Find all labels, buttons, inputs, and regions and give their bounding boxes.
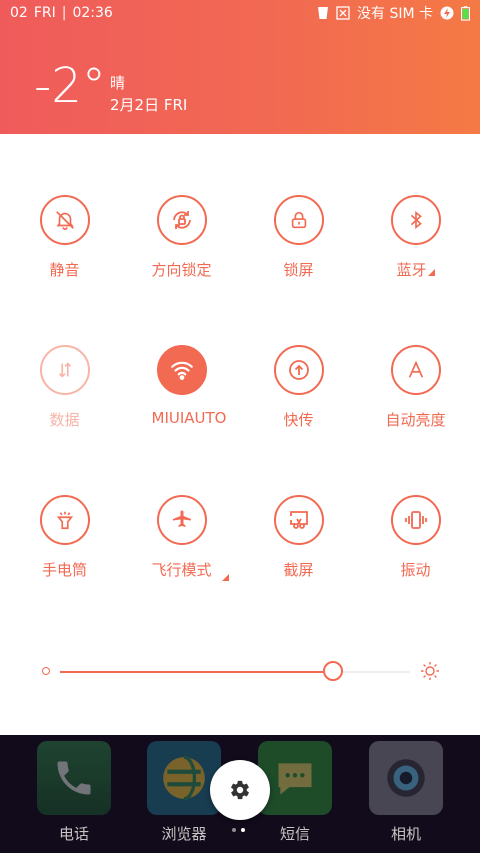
- app-label: 电话: [58, 825, 89, 843]
- rotation-lock-icon: [172, 211, 191, 229]
- app-label: 浏览器: [161, 825, 207, 843]
- screenshot-icon: [289, 511, 308, 529]
- cup-icon: [318, 7, 328, 19]
- brightness-slider[interactable]: [40, 657, 440, 687]
- toggle-label: 静音: [49, 261, 80, 279]
- status-divider: |: [61, 5, 67, 21]
- toggle-bluetooth[interactable]: 蓝牙: [357, 195, 474, 280]
- toggle-circle[interactable]: [390, 345, 441, 395]
- toggle-label: MIUIAUTO: [146, 409, 232, 427]
- toggle-label: 手电筒: [41, 561, 87, 579]
- toggle-wifi[interactable]: MIUIAUTO: [123, 345, 240, 581]
- toggle-screenshot[interactable]: 截屏: [240, 495, 357, 580]
- toggle-label: 振动: [400, 561, 431, 579]
- toggle-label: 方向锁定: [151, 261, 212, 279]
- toggle-circle[interactable]: [273, 495, 324, 545]
- status-bar: 02 FRI | 02:36 没有 SIM 卡: [0, 0, 480, 26]
- toggle-lock-screen[interactable]: 锁屏: [240, 195, 357, 280]
- toggle-silent[interactable]: 静音: [6, 195, 123, 280]
- temperature[interactable]: -2°: [34, 62, 106, 110]
- no-sim-icon: [336, 6, 350, 20]
- page-dot-active: [241, 828, 245, 832]
- battery-icon: [461, 5, 470, 21]
- bolt-icon: [440, 6, 454, 20]
- wifi-icon: [170, 361, 193, 380]
- toggle-rotation-lock[interactable]: 方向锁定: [123, 195, 240, 280]
- phone-icon[interactable]: [37, 741, 111, 815]
- page-dot: [232, 828, 236, 832]
- app-phone[interactable]: 电话: [37, 741, 111, 844]
- toggle-circle[interactable]: [273, 345, 324, 395]
- toggle-circle[interactable]: [156, 195, 207, 245]
- toggle-quick-transfer[interactable]: 快传: [240, 345, 357, 430]
- toggle-circle[interactable]: [156, 345, 207, 395]
- bluetooth-icon: [410, 210, 422, 230]
- toggle-circle[interactable]: [390, 195, 441, 245]
- page-indicator: [232, 828, 245, 832]
- data-arrows-icon: [58, 362, 71, 378]
- toggle-label: 蓝牙: [357, 259, 474, 280]
- toggle-label: 数据: [49, 411, 80, 429]
- toggle-label: 飞行模式: [151, 561, 212, 579]
- weather-condition: 晴: [110, 74, 126, 92]
- auto-brightness-icon: [408, 360, 423, 378]
- toggle-auto-brightness[interactable]: 自动亮度: [357, 345, 474, 430]
- toggle-circle[interactable]: [39, 345, 90, 395]
- vibrate-icon: [404, 511, 427, 529]
- status-day: FRI: [33, 5, 56, 21]
- toggle-circle[interactable]: [390, 495, 441, 545]
- gear-icon: [231, 780, 249, 800]
- slider-fill: [60, 671, 333, 673]
- brightness-low-icon: [42, 667, 50, 675]
- lock-icon: [291, 211, 306, 229]
- upload-icon: [288, 360, 309, 380]
- status-date: 02: [10, 5, 28, 21]
- toggle-label: 锁屏: [283, 261, 314, 279]
- app-label: 短信: [279, 825, 310, 843]
- toggle-label-text: 蓝牙: [396, 261, 427, 279]
- app-camera[interactable]: 相机: [369, 741, 443, 844]
- toggle-circle[interactable]: [156, 495, 207, 545]
- toggle-label: 截屏: [283, 561, 314, 579]
- expand-triangle-icon[interactable]: [427, 269, 435, 276]
- sms-icon[interactable]: [258, 741, 332, 815]
- toggle-label-text: MIUIAUTO: [151, 409, 227, 427]
- camera-icon[interactable]: [369, 741, 443, 815]
- toggle-circle[interactable]: [39, 495, 90, 545]
- weather-header: 02 FRI | 02:36 没有 SIM 卡 -2° 晴 2月2日 FRI: [0, 0, 480, 134]
- toggle-flashlight[interactable]: 手电筒: [6, 495, 123, 580]
- browser-icon[interactable]: [147, 741, 221, 815]
- bell-slash-icon: [55, 211, 74, 230]
- weather-date: 2月2日 FRI: [110, 96, 188, 114]
- status-time: 02:36: [72, 5, 113, 21]
- toggle-vibrate[interactable]: 振动: [357, 495, 474, 580]
- toggle-label: 自动亮度: [385, 411, 446, 429]
- carrier-text: 没有 SIM 卡: [357, 6, 433, 22]
- toggle-mobile-data[interactable]: 数据: [6, 345, 123, 430]
- slider-thumb[interactable]: [323, 661, 343, 681]
- flashlight-icon: [56, 511, 73, 530]
- app-label: 相机: [390, 825, 421, 843]
- toggle-circle[interactable]: [39, 195, 90, 245]
- toggle-circle[interactable]: [273, 195, 324, 245]
- toggle-label: 快传: [283, 411, 314, 429]
- airplane-icon: [172, 510, 191, 527]
- settings-button[interactable]: [210, 760, 270, 820]
- toggle-airplane[interactable]: 飞行模式: [123, 495, 240, 580]
- brightness-high-icon: [421, 662, 439, 680]
